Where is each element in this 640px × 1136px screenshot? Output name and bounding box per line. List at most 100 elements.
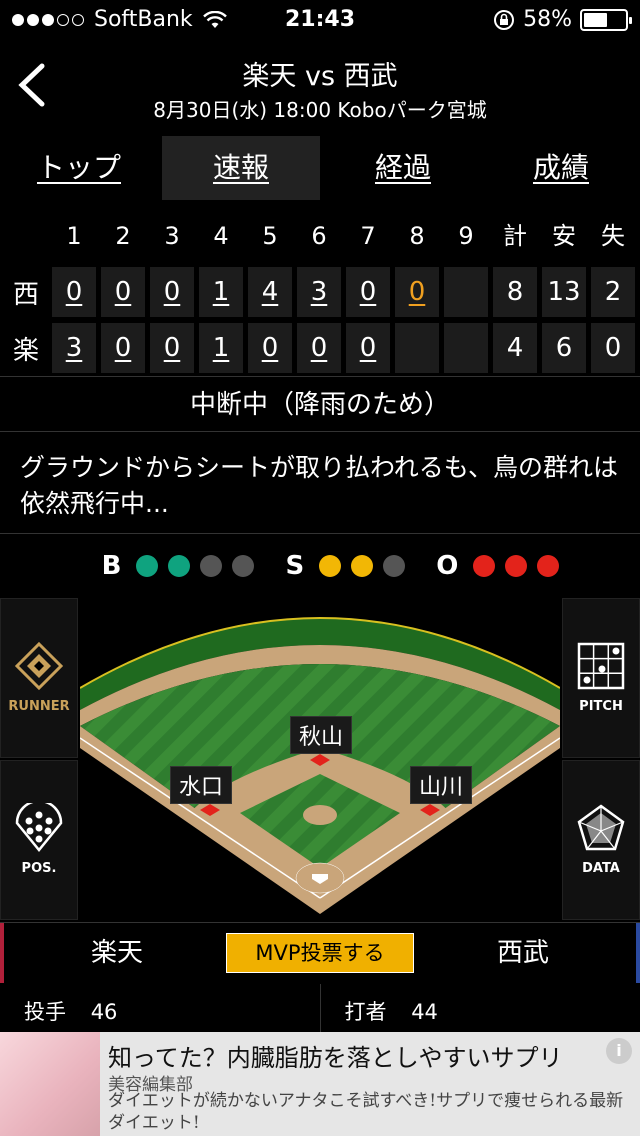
fielder-lf-label: 水口 bbox=[170, 766, 233, 804]
inning-score[interactable]: 3 bbox=[52, 323, 96, 373]
scoreboard-header-row: 1 2 3 4 5 6 7 8 9 計安失 bbox=[0, 210, 640, 262]
total-score: 2 bbox=[591, 267, 635, 317]
scoreboard-row: 楽3001000460 bbox=[0, 322, 640, 374]
game-status: 中断中（降雨のため） bbox=[0, 376, 640, 432]
team-abbrev: 西 bbox=[12, 279, 39, 310]
play-comment: グラウンドからシートが取り払われるも、鳥の群れは依然飛行中... bbox=[0, 434, 640, 534]
strike-indicator bbox=[351, 555, 374, 577]
battery-icon bbox=[580, 8, 632, 31]
out-indicator bbox=[473, 555, 496, 577]
tab-top[interactable]: トップ bbox=[0, 136, 158, 200]
inning-score bbox=[395, 323, 439, 373]
inning-score[interactable]: 0 bbox=[297, 323, 341, 373]
team-abbrev: 楽 bbox=[12, 335, 39, 366]
ad-headline: 知ってた？内臓脂肪を落としやすいサプリ bbox=[108, 1044, 563, 1072]
scoreboard-row: 西 0 0 0 1 4 3 0 0 8 13 2 bbox=[0, 266, 640, 318]
match-subtitle: 8月30日(水) 18:00 Koboパーク宮城 bbox=[153, 98, 487, 122]
inning-score[interactable]: 3 bbox=[297, 267, 341, 317]
out-label: O bbox=[436, 551, 459, 581]
pitcher-label: 投手 bbox=[24, 1000, 66, 1024]
status-bar: SoftBank 21:43 58% bbox=[0, 0, 640, 40]
inning-score[interactable]: 0 bbox=[52, 267, 96, 317]
pitch-label: PITCH bbox=[579, 699, 623, 714]
ball-indicator bbox=[232, 555, 255, 577]
inning-score[interactable]: 0 bbox=[395, 267, 439, 317]
runner-button[interactable]: RUNNER bbox=[0, 598, 78, 758]
inning-score[interactable]: 0 bbox=[346, 267, 390, 317]
battery-percent: 58% bbox=[523, 7, 572, 32]
runner-label: RUNNER bbox=[8, 699, 70, 714]
pitch-button[interactable]: PITCH bbox=[562, 598, 640, 758]
scoreboard: 1 2 3 4 5 6 7 8 9 計安失西 0 0 0 1 4 3 0 0 8 13 2 楽 3 0 0 1 0 0 0 4 6 0 bbox=[0, 210, 640, 378]
total-score: 4 bbox=[493, 323, 537, 373]
ball-indicator bbox=[136, 555, 159, 577]
ad-info-icon[interactable]: i bbox=[606, 1038, 632, 1064]
total-score: 13 bbox=[542, 267, 586, 317]
rotation-lock-icon bbox=[494, 9, 515, 30]
pos-icon bbox=[15, 799, 63, 852]
inning-header: 5 bbox=[262, 222, 278, 250]
inning-score bbox=[444, 323, 488, 373]
total-score: 8 bbox=[493, 267, 537, 317]
inning-score[interactable]: 0 bbox=[101, 323, 145, 373]
out-indicator bbox=[505, 555, 528, 577]
away-team-label[interactable]: 西武 bbox=[410, 923, 640, 983]
tab-stats[interactable]: 成績 bbox=[482, 136, 640, 200]
total-header: 計 bbox=[503, 222, 527, 250]
inning-header: 4 bbox=[213, 222, 229, 250]
pos-button[interactable]: POS. bbox=[0, 760, 78, 920]
total-score: 0 bbox=[591, 323, 635, 373]
inning-score[interactable]: 0 bbox=[248, 323, 292, 373]
inning-score bbox=[444, 267, 488, 317]
pitcher-number: 46 bbox=[90, 1000, 118, 1024]
strike-label: S bbox=[285, 551, 305, 581]
strike-indicator bbox=[319, 555, 342, 577]
inning-score[interactable]: 0 bbox=[150, 267, 194, 317]
tab-live[interactable]: 速報 bbox=[162, 136, 320, 200]
ad-description: ダイエットが続かないアナタこそ試すべき!サプリで痩せられる最新ダイエット! bbox=[108, 1091, 624, 1133]
ball-indicator bbox=[168, 555, 191, 577]
ball-label: B bbox=[101, 551, 122, 581]
mvp-vote-button[interactable]: MVP投票する bbox=[226, 933, 414, 973]
ball-indicator bbox=[200, 555, 223, 577]
inning-header: 9 bbox=[458, 222, 474, 250]
out-indicator bbox=[537, 555, 560, 577]
total-score: 6 bbox=[542, 323, 586, 373]
inning-header: 8 bbox=[409, 222, 425, 250]
pitch-grid-icon bbox=[577, 642, 625, 690]
inning-score[interactable]: 4 bbox=[248, 267, 292, 317]
inning-score[interactable]: 0 bbox=[346, 323, 390, 373]
pos-label: POS. bbox=[21, 861, 57, 876]
ad-banner[interactable]: 知ってた？内臓脂肪を落としやすいサプリ 美容編集部 ダイエットが続かないアナタこ… bbox=[0, 1032, 640, 1136]
pentagon-chart-icon bbox=[577, 804, 625, 851]
status-right: 58% bbox=[493, 7, 632, 32]
fielder-cf-label: 秋山 bbox=[290, 716, 353, 754]
tab-progress[interactable]: 経過 bbox=[324, 136, 482, 200]
inning-score[interactable]: 1 bbox=[199, 267, 243, 317]
inning-header: 3 bbox=[164, 222, 180, 250]
inning-header: 7 bbox=[360, 222, 376, 250]
mvp-bar: 楽天 MVP投票する 西武 bbox=[0, 922, 640, 983]
ad-thumbnail bbox=[0, 1032, 100, 1136]
match-title: 楽天 vs 西武 bbox=[242, 61, 398, 92]
baseball-field bbox=[80, 617, 560, 914]
home-team-label[interactable]: 楽天 bbox=[0, 923, 230, 983]
field-area: RUNNER POS. PITCH DATA 秋山 水口 山川 bbox=[0, 598, 640, 920]
total-header: 失 bbox=[601, 222, 625, 250]
fielder-rf-label: 山川 bbox=[410, 766, 473, 804]
inning-score[interactable]: 0 bbox=[150, 323, 194, 373]
inning-header: 1 bbox=[66, 222, 82, 250]
strike-indicator bbox=[383, 555, 406, 577]
inning-score[interactable]: 0 bbox=[101, 267, 145, 317]
tab-bar: トップ 速報 経過 成績 bbox=[0, 136, 640, 200]
nav-header: 楽天 vs 西武 8月30日(水) 18:00 Koboパーク宮城 bbox=[0, 40, 640, 128]
inning-header: 2 bbox=[115, 222, 131, 250]
inning-score[interactable]: 1 bbox=[199, 323, 243, 373]
batter-number: 44 bbox=[411, 1000, 438, 1024]
bso-count: BSO bbox=[0, 536, 640, 596]
data-button[interactable]: DATA bbox=[562, 760, 640, 920]
batter-label: 打者 bbox=[344, 1000, 387, 1024]
inning-header: 6 bbox=[311, 222, 327, 250]
data-label: DATA bbox=[582, 861, 620, 876]
total-header: 安 bbox=[552, 222, 576, 250]
